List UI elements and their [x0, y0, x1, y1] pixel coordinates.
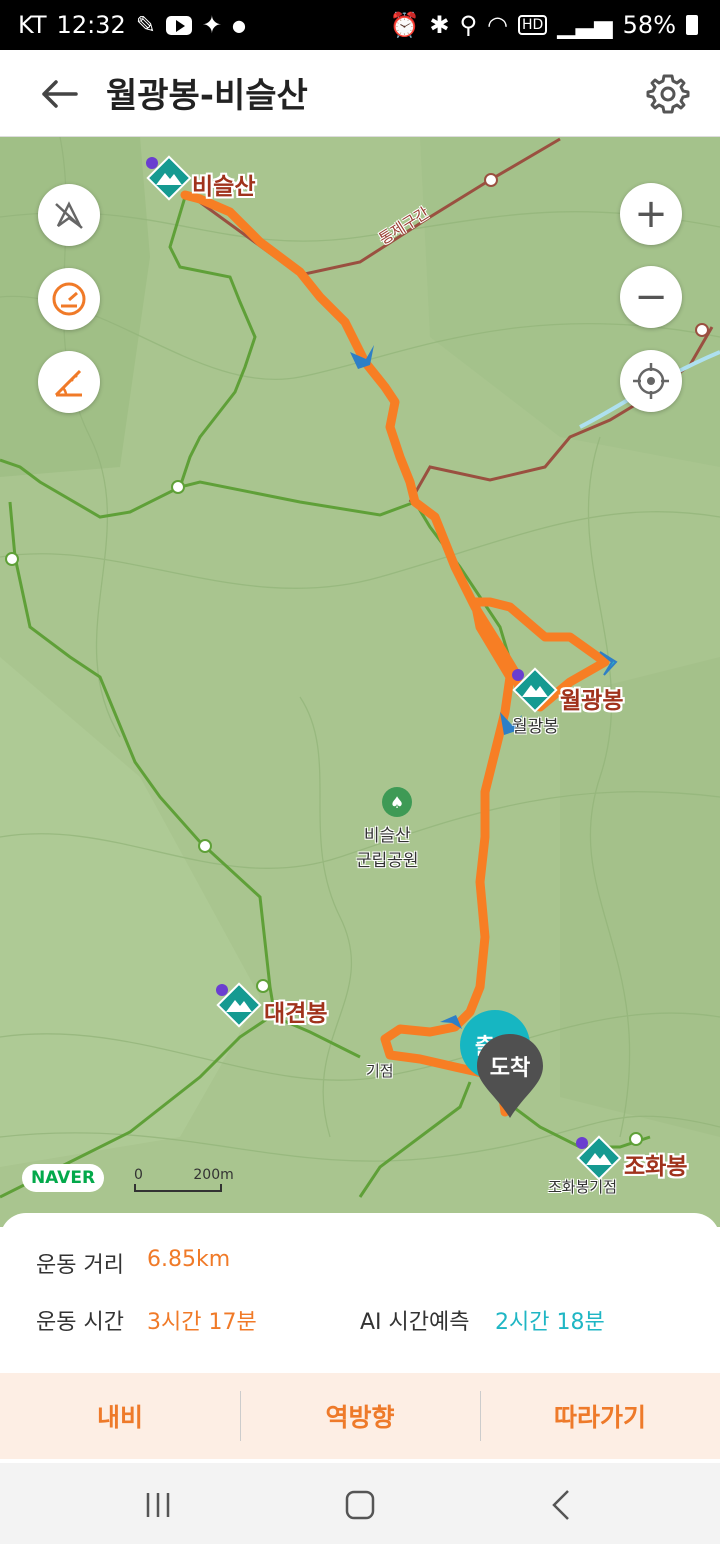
peak-label: 월광봉 [560, 688, 624, 714]
reverse-button[interactable]: 역방향 [240, 1373, 480, 1459]
home-button[interactable] [330, 1483, 390, 1527]
follow-button[interactable]: 따라가기 [480, 1373, 720, 1459]
ai-time-label: AI 시간예측 [360, 1310, 470, 1335]
trail-map[interactable]: ♠ + − 비슬산 월광봉 대견봉 조화봉 통제구간 월광봉 비슬산 군립공원 … [0, 137, 720, 1227]
time-label: 운동 시간 [36, 1310, 124, 1335]
arrival-label: 도착 [489, 1056, 531, 1081]
recent-apps-icon [146, 1493, 170, 1517]
arrival-marker[interactable]: 도착 [475, 1032, 545, 1122]
settings-button[interactable] [644, 70, 692, 118]
battery-text: 58% [622, 11, 676, 39]
signal-icon: ▁▃▅ [557, 11, 613, 39]
svg-text:♠: ♠ [390, 793, 404, 812]
elevation-button[interactable] [38, 351, 100, 413]
recent-apps-button[interactable] [128, 1483, 188, 1527]
bluetooth-icon: ✱ [429, 11, 450, 39]
youtube-icon [165, 15, 192, 35]
johwabong-base-label: 조화봉기점 [548, 1178, 618, 1196]
gijeom-label: 기점 [366, 1062, 394, 1080]
navi-button[interactable]: 내비 [0, 1373, 240, 1459]
peak-label: 조화봉 [624, 1154, 688, 1180]
location-icon: ⚲ [459, 11, 478, 39]
wolgwangbong-trail-label: 월광봉 [512, 717, 559, 737]
back-arrow-icon [42, 80, 78, 108]
reverse-label: 역방향 [325, 1403, 395, 1432]
mountain-icon [146, 155, 192, 201]
alarm-icon: ⏰ [389, 11, 420, 39]
hd-badge: HD [517, 15, 548, 35]
route-info-panel: 운동 거리 6.85km 운동 시간 3시간 17분 AI 시간예측 2시간 1… [0, 1213, 720, 1463]
peak-label: 대견봉 [264, 1001, 328, 1027]
plus-icon: + [634, 191, 668, 237]
speedometer-icon [52, 282, 86, 316]
peak-marker-daegyeonbong[interactable]: 대견봉 [214, 982, 327, 1036]
back-nav-button[interactable] [532, 1483, 592, 1527]
wifi-icon: ◠ [487, 11, 508, 39]
slope-icon [54, 369, 82, 397]
scale-zero: 0 [134, 1167, 143, 1183]
dot-icon: ● [231, 15, 246, 35]
zoom-out-button[interactable]: − [620, 266, 682, 328]
my-location-button[interactable] [620, 350, 682, 412]
park-label: 비슬산 군립공원 [356, 826, 419, 871]
compass-off-button[interactable] [38, 184, 100, 246]
speed-button[interactable] [38, 268, 100, 330]
navi-label: 내비 [96, 1403, 143, 1432]
peak-label: 비슬산 [192, 174, 256, 200]
mountain-icon [512, 667, 558, 713]
naver-logo: NAVER [22, 1164, 104, 1192]
notification-icon: ✎ [135, 11, 156, 39]
compass-off-icon [55, 201, 83, 229]
gear-icon [646, 74, 690, 114]
minus-icon: − [634, 274, 668, 320]
distance-value: 6.85km [147, 1247, 231, 1272]
distance-label: 운동 거리 [36, 1253, 124, 1278]
time-value: 3시간 17분 [147, 1310, 257, 1335]
scale-value: 200m [193, 1167, 234, 1183]
home-icon [345, 1490, 375, 1520]
app-header: 월광봉-비슬산 [0, 50, 720, 137]
zoom-in-button[interactable]: + [620, 183, 682, 245]
carrier: KT [18, 11, 47, 39]
ai-time-value: 2시간 18분 [495, 1310, 605, 1335]
scale-bar: 0 200m [134, 1167, 234, 1192]
battery-icon [686, 15, 698, 35]
system-nav-bar [0, 1463, 720, 1544]
follow-label: 따라가기 [553, 1403, 646, 1432]
satellite-icon: ✦ [201, 11, 222, 39]
back-button[interactable] [36, 72, 84, 116]
status-bar: KT 12:32 ✎ ✦ ● ⏰ ✱ ⚲ ◠ HD ▁▃▅ 58% [0, 0, 720, 50]
mountain-icon [216, 982, 262, 1028]
page-title: 월광봉-비슬산 [106, 76, 308, 116]
clock: 12:32 [56, 11, 126, 39]
action-bar: 내비 역방향 따라가기 [0, 1373, 720, 1459]
crosshair-icon [633, 363, 669, 399]
peak-marker-biseulsan[interactable]: 비슬산 [144, 155, 255, 209]
back-chevron-icon [552, 1490, 569, 1520]
